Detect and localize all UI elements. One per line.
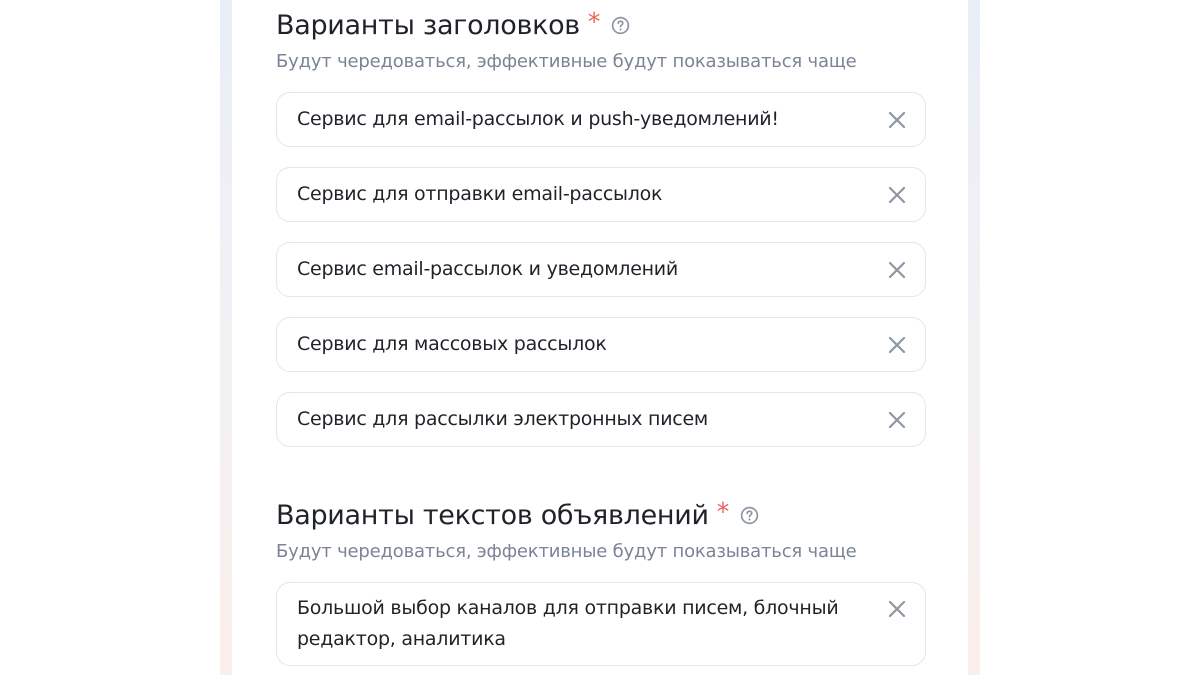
- required-mark: *: [587, 6, 601, 36]
- close-icon[interactable]: [887, 335, 907, 355]
- headlines-subtitle: Будут чередоваться, эффективные будут по…: [276, 51, 857, 72]
- headline-field[interactable]: Сервис для отправки email-рассылок: [276, 167, 926, 222]
- required-mark: *: [716, 496, 730, 526]
- headline-field-value[interactable]: Сервис для массовых рассылок: [297, 318, 865, 371]
- headline-field[interactable]: Сервис для email-рассылок и push-уведомл…: [276, 92, 926, 147]
- headline-field[interactable]: Сервис для рассылки электронных писем: [276, 392, 926, 447]
- headline-field-value[interactable]: Сервис для рассылки электронных писем: [297, 393, 865, 446]
- close-icon[interactable]: [887, 410, 907, 430]
- close-icon[interactable]: [887, 110, 907, 130]
- ad-texts-title: Варианты текстов объявлений: [276, 499, 709, 531]
- ad-text-field-value[interactable]: Большой выбор каналов для отправки писем…: [297, 593, 865, 655]
- headlines-section: Варианты заголовков * Будут чередоваться…: [276, 6, 926, 467]
- headlines-list: Сервис для email-рассылок и push-уведомл…: [276, 92, 926, 447]
- question-circle-icon[interactable]: [740, 506, 759, 525]
- headline-field-value[interactable]: Сервис email-рассылок и уведомлений: [297, 243, 865, 296]
- ad-texts-list: Большой выбор каналов для отправки писем…: [276, 582, 926, 666]
- question-circle-icon[interactable]: [611, 16, 630, 35]
- ad-text-field[interactable]: Большой выбор каналов для отправки писем…: [276, 582, 926, 666]
- headline-field[interactable]: Сервис для массовых рассылок: [276, 317, 926, 372]
- close-icon[interactable]: [887, 599, 907, 619]
- close-icon[interactable]: [887, 260, 907, 280]
- headlines-title-row: Варианты заголовков *: [276, 6, 926, 42]
- headline-field[interactable]: Сервис email-рассылок и уведомлений: [276, 242, 926, 297]
- close-icon[interactable]: [887, 185, 907, 205]
- ad-texts-subtitle: Будут чередоваться, эффективные будут по…: [276, 541, 857, 562]
- headline-field-value[interactable]: Сервис для email-рассылок и push-уведомл…: [297, 93, 865, 146]
- ad-texts-title-row: Варианты текстов объявлений *: [276, 496, 926, 532]
- headline-field-value[interactable]: Сервис для отправки email-рассылок: [297, 168, 865, 221]
- form-card: Варианты заголовков * Будут чередоваться…: [232, 0, 968, 675]
- headlines-title: Варианты заголовков: [276, 9, 580, 41]
- ad-texts-section: Варианты текстов объявлений * Будут чере…: [276, 496, 926, 666]
